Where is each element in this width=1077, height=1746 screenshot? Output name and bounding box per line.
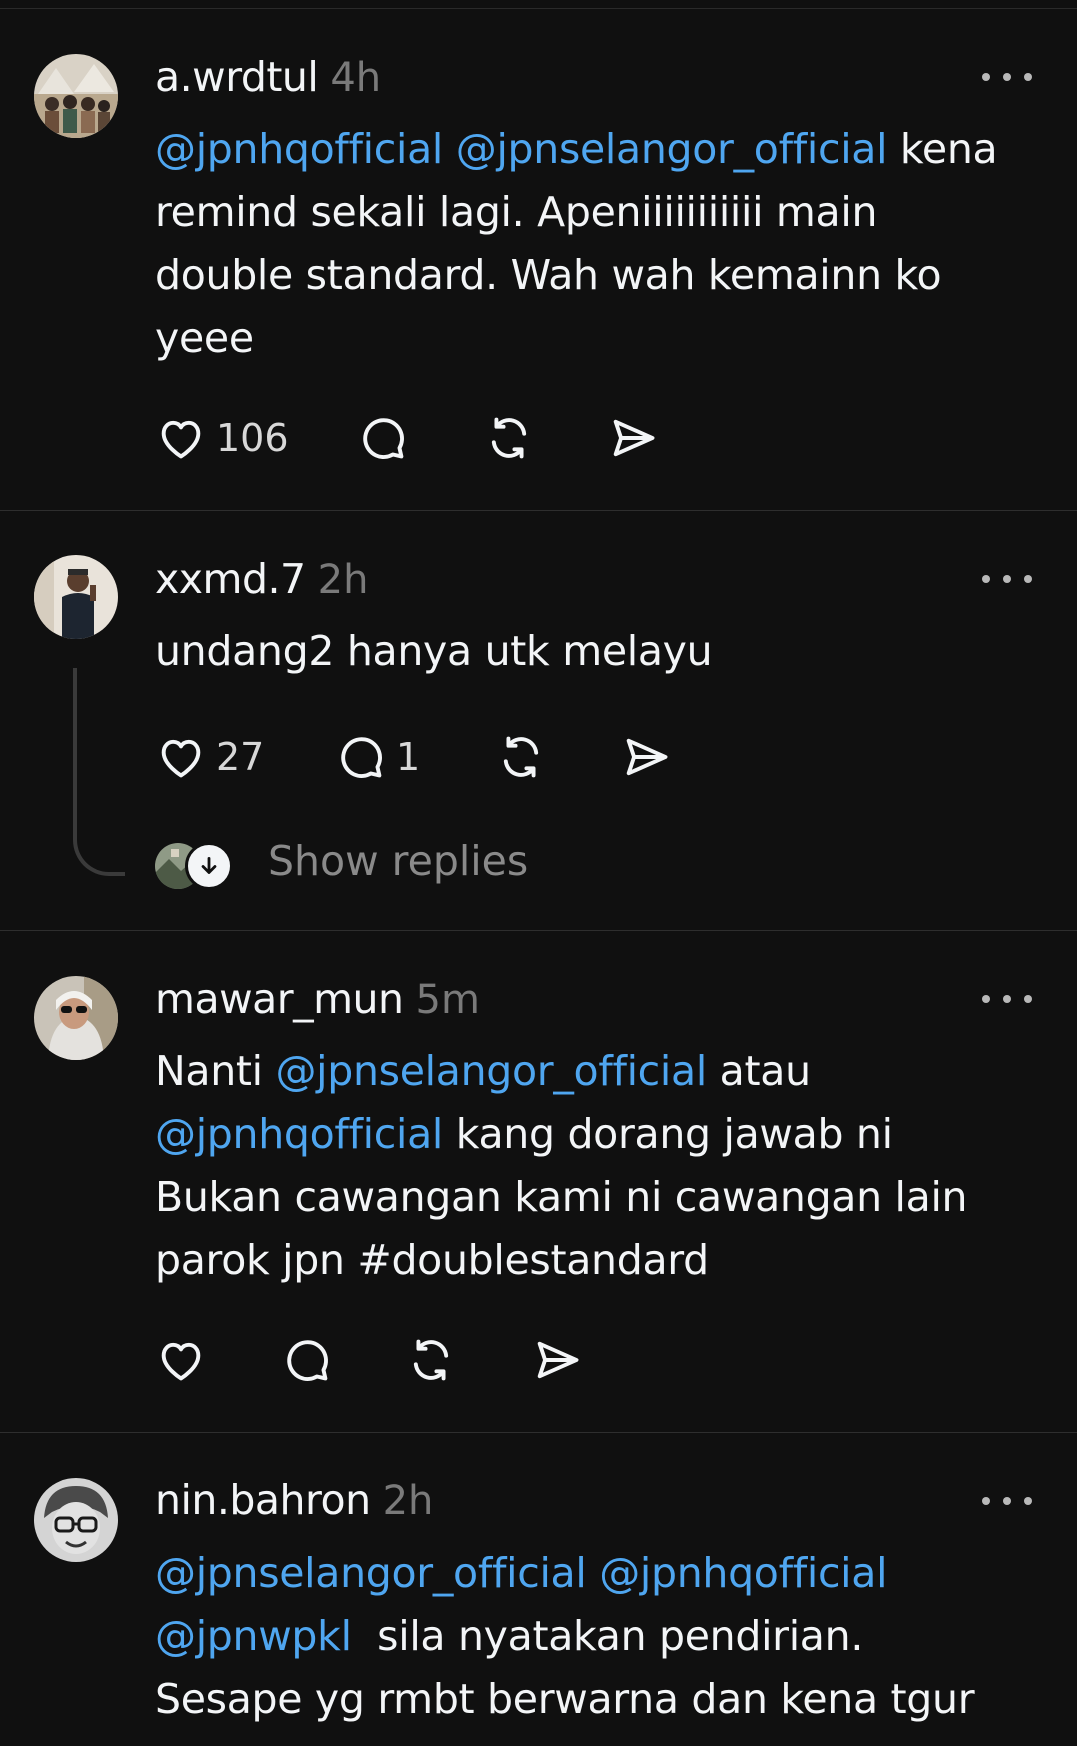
text-line: Bukan cawangan kami ni cawangan lain [155, 1166, 1040, 1229]
text-segment: yeee [155, 314, 254, 362]
author-row: a.wrdtul 4h [155, 53, 381, 103]
heart-icon [161, 1342, 201, 1381]
text-segment: Sesape yg rmbt berwarna dan kena tgur [155, 1675, 975, 1723]
heart-icon [161, 739, 201, 778]
like-button[interactable]: 106 [155, 408, 289, 468]
share-button[interactable] [607, 408, 659, 468]
username[interactable]: mawar_mun [155, 975, 404, 1023]
text-segment: Nanti [155, 1047, 276, 1095]
avatar[interactable] [34, 976, 118, 1060]
more-dots-icon[interactable] [982, 1491, 1032, 1511]
more-dots-icon[interactable] [982, 67, 1032, 87]
action-bar: 106 [155, 408, 675, 468]
share-send-icon [537, 1341, 579, 1379]
share-button[interactable] [531, 1330, 583, 1390]
mention-link[interactable]: @jpnselangor_official [275, 1047, 707, 1095]
text-line: @jpnhqofficial @jpnselangor_official ken… [155, 118, 1040, 181]
username[interactable]: a.wrdtul [155, 53, 319, 101]
comment-bubble-icon [363, 418, 404, 459]
comment-bubble-icon [287, 1340, 328, 1381]
username[interactable]: xxmd.7 [155, 555, 306, 603]
avatar[interactable] [34, 54, 118, 138]
text-segment: sila nyatakan pendirian. [351, 1612, 864, 1660]
text-segment: Bukan cawangan kami ni cawangan lain [155, 1173, 968, 1221]
reply-button[interactable] [357, 408, 409, 468]
text-segment: parok jpn #doublestandard [155, 1236, 709, 1284]
text-line: @jpnselangor_official @jpnhqofficial [155, 1542, 1040, 1605]
thread-connector-line [73, 668, 125, 876]
mention-link[interactable]: @jpnhqofficial [155, 125, 443, 173]
repost-icon [491, 417, 527, 459]
text-segment [443, 125, 456, 173]
comment-bubble-icon [341, 737, 382, 778]
author-row: nin.bahron 2h [155, 1476, 433, 1526]
mention-link[interactable]: @jpnwpkl [155, 1612, 352, 1660]
text-line: parok jpn #doublestandard [155, 1229, 1040, 1292]
share-button[interactable] [620, 727, 672, 787]
mention-link[interactable]: @jpnhqofficial [155, 1110, 443, 1158]
share-send-icon [613, 419, 655, 457]
text-segment: double standard. Wah wah kemainn ko [155, 251, 942, 299]
repost-button[interactable] [405, 1330, 457, 1390]
text-line: remind sekali lagi. Apeniiiiiiiiiii main [155, 181, 1040, 244]
author-row: mawar_mun 5m [155, 975, 480, 1025]
post-divider [0, 1432, 1077, 1433]
post-text: undang2 hanya utk melayu [155, 620, 1040, 683]
username[interactable]: nin.bahron [155, 1476, 371, 1524]
post-text: Nanti @jpnselangor_official atau @jpnhqof… [155, 1040, 1040, 1292]
timestamp: 4h [330, 55, 382, 101]
text-line: @jpnwpkl sila nyatakan pendirian. [155, 1605, 1040, 1668]
action-bar: 27 1 [155, 727, 675, 787]
repost-icon [503, 736, 539, 778]
like-count: 106 [216, 416, 289, 460]
mention-link[interactable]: @jpnhqofficial [599, 1549, 887, 1597]
like-button[interactable]: 27 [155, 727, 264, 787]
reply-count: 1 [396, 735, 421, 779]
post-text: @jpnselangor_official @jpnhqofficial @jpn… [155, 1542, 1040, 1731]
avatar[interactable] [34, 555, 118, 639]
show-replies-link[interactable]: Show replies [268, 837, 528, 885]
post-divider [0, 510, 1077, 511]
top-divider [0, 8, 1077, 9]
repost-button[interactable] [495, 727, 547, 787]
reply-button[interactable] [281, 1330, 333, 1390]
mention-link[interactable]: @jpnselangor_official [456, 125, 888, 173]
text-segment [586, 1549, 599, 1597]
heart-icon [161, 420, 201, 459]
text-segment: kena [887, 125, 998, 173]
text-segment: kang dorang jawab ni [443, 1110, 893, 1158]
timestamp: 2h [382, 1478, 434, 1524]
text-line: @jpnhqofficial kang dorang jawab ni [155, 1103, 1040, 1166]
post-text: @jpnhqofficial @jpnselangor_official ken… [155, 118, 1040, 370]
like-count: 27 [216, 735, 265, 779]
text-line: yeee [155, 307, 1040, 370]
share-send-icon [626, 738, 668, 776]
text-segment: atau [706, 1047, 811, 1095]
repost-button[interactable] [483, 408, 535, 468]
action-bar [155, 1330, 595, 1390]
text-line: double standard. Wah wah kemainn ko [155, 244, 1040, 307]
mention-link[interactable]: @jpnselangor_official [155, 1549, 587, 1597]
author-row: xxmd.7 2h [155, 555, 368, 605]
text-line: undang2 hanya utk melayu [155, 620, 1040, 683]
timestamp: 2h [317, 557, 369, 603]
reply-button[interactable]: 1 [335, 727, 420, 787]
arrow-down-icon [185, 842, 233, 890]
more-dots-icon[interactable] [982, 569, 1032, 589]
text-line: Nanti @jpnselangor_official atau [155, 1040, 1040, 1103]
like-button[interactable] [155, 1330, 207, 1390]
text-line: Sesape yg rmbt berwarna dan kena tgur [155, 1668, 1040, 1731]
text-segment: remind sekali lagi. Apeniiiiiiiiiii main [155, 188, 878, 236]
more-dots-icon[interactable] [982, 989, 1032, 1009]
post-divider [0, 930, 1077, 931]
text-segment: undang2 hanya utk melayu [155, 627, 713, 675]
timestamp: 5m [415, 977, 480, 1023]
avatar[interactable] [34, 1478, 118, 1562]
reply-avatars[interactable] [155, 842, 235, 890]
repost-icon [413, 1339, 449, 1381]
